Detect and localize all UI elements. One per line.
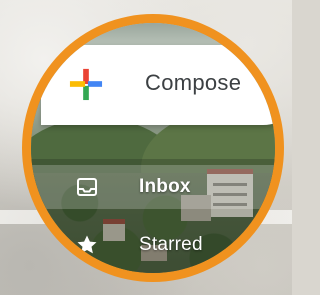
nav-item-label: Starred xyxy=(139,234,203,255)
compose-top-strip xyxy=(31,23,275,45)
compose-button[interactable]: Compose xyxy=(41,45,275,125)
star-icon xyxy=(77,235,97,254)
plus-multicolor-icon xyxy=(69,68,103,101)
compose-label: Compose xyxy=(145,70,242,95)
nav-item-starred[interactable]: Starred xyxy=(31,223,275,267)
zoom-lens: Inbox Starred Compose xyxy=(22,14,284,282)
nav-item-label: Inbox xyxy=(139,176,191,197)
inbox-icon xyxy=(77,178,97,196)
nav-item-inbox[interactable]: Inbox xyxy=(31,165,275,209)
